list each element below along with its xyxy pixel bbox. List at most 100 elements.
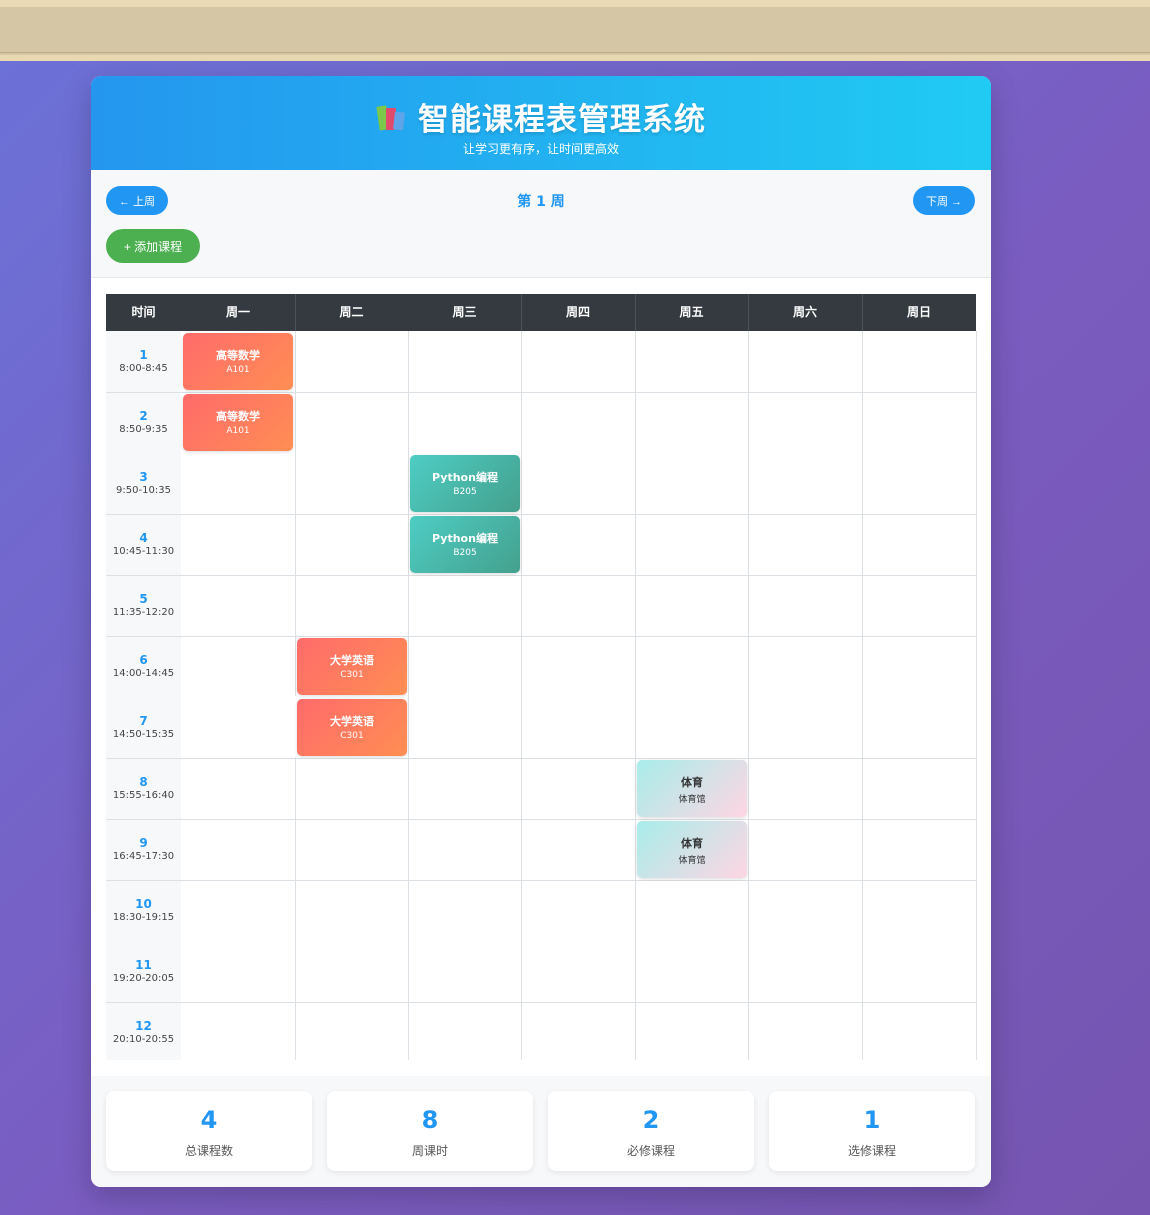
period-cell: 6 14:00-14:45 [106, 636, 181, 697]
browser-toolbar [0, 0, 1150, 61]
grid-hline [106, 514, 976, 515]
header-day: 周三 [452, 305, 477, 319]
course-card[interactable]: Python编程 B205 [410, 455, 520, 512]
period-time: 15:55-16:40 [112, 790, 175, 801]
header-day: 周六 [792, 305, 817, 319]
period-cell: 1 8:00-8:45 [106, 331, 181, 392]
period-number: 5 [139, 592, 148, 606]
header-divider [521, 294, 522, 331]
course-name: 体育 [681, 776, 703, 789]
period-cell: 2 8:50-9:35 [106, 392, 181, 453]
period-time: 11:35-12:20 [112, 607, 175, 618]
period-cell: 4 10:45-11:30 [106, 514, 181, 575]
period-time: 18:30-19:15 [112, 912, 175, 923]
grid-vline [635, 331, 636, 1060]
grid-hline [106, 819, 976, 820]
course-card[interactable]: 体育 体育馆 [637, 760, 747, 817]
course-room: A101 [226, 426, 250, 436]
header-time: 时间 [131, 305, 156, 319]
course-card[interactable]: 高等数学 A101 [183, 394, 293, 451]
app-header: 智能课程表管理系统 让学习更有序，让时间更高效 [91, 76, 991, 170]
app-window: 智能课程表管理系统 让学习更有序，让时间更高效 ← 上周 第 1 周 下周 → … [91, 76, 991, 1187]
header-day: 周日 [906, 305, 931, 319]
period-time: 19:20-20:05 [112, 973, 175, 984]
course-name: Python编程 [432, 532, 498, 545]
page-subtitle: 让学习更有序，让时间更高效 [462, 142, 619, 156]
stat-label: 选修课程 [847, 1144, 896, 1158]
time-column: 1 8:00-8:45 2 8:50-9:35 3 9:50-10:35 4 10:45-11… [106, 331, 181, 1060]
course-room: A101 [226, 365, 250, 375]
course-card[interactable]: 大学英语 C301 [297, 699, 407, 756]
period-cell: 3 9:50-10:35 [106, 453, 181, 514]
period-cell: 10 18:30-19:15 [106, 880, 181, 941]
header-day: 周四 [565, 305, 590, 319]
stat-label: 总课程数 [184, 1144, 233, 1158]
header-divider [748, 294, 749, 331]
period-number: 4 [139, 531, 148, 545]
period-number: 11 [135, 958, 152, 972]
period-number: 3 [139, 470, 148, 484]
stat-value: 1 [863, 1106, 881, 1134]
stat-card: 1 选修课程 [769, 1091, 975, 1171]
toolbar-divider [0, 52, 1150, 53]
header-day: 周五 [679, 305, 704, 319]
books-icon [376, 102, 406, 132]
stat-card: 8 周课时 [327, 1091, 533, 1171]
schedule-table: 时间 周一 周二 周三 周四 周五 周六 周日 1 8:00-8:45 2 8:50-9:35 3 9:… [106, 294, 977, 1060]
period-cell: 9 16:45-17:30 [106, 819, 181, 880]
stat-label: 周课时 [411, 1144, 448, 1158]
grid-hline [106, 880, 976, 881]
course-name: 大学英语 [330, 715, 374, 728]
header-day: 周一 [225, 305, 250, 319]
course-card[interactable]: Python编程 B205 [410, 516, 520, 573]
grid-hline [106, 392, 976, 393]
course-card[interactable]: 大学英语 C301 [297, 638, 407, 695]
course-card[interactable]: 高等数学 A101 [183, 333, 293, 390]
header-divider [635, 294, 636, 331]
course-room: 体育馆 [678, 856, 706, 866]
header-day: 周二 [339, 305, 364, 319]
period-cell: 12 20:10-20:55 [106, 1002, 181, 1063]
course-room: C301 [340, 731, 364, 741]
course-room: B205 [453, 487, 477, 497]
course-room: C301 [340, 670, 364, 680]
course-name: 高等数学 [216, 349, 260, 362]
period-number: 2 [139, 409, 148, 423]
period-number: 6 [139, 653, 148, 667]
period-time: 20:10-20:55 [112, 1034, 175, 1045]
grid-hline [106, 758, 976, 759]
add-course-button[interactable]: + 添加课程 [106, 229, 200, 263]
table-header: 时间 周一 周二 周三 周四 周五 周六 周日 [106, 294, 976, 331]
grid-hline [106, 636, 976, 637]
course-room: B205 [453, 548, 477, 558]
period-time: 8:50-9:35 [119, 424, 168, 435]
page-title: 智能课程表管理系统 [418, 102, 706, 137]
period-number: 7 [139, 714, 148, 728]
period-number: 8 [139, 775, 148, 789]
header-divider [862, 294, 863, 331]
grid-hline [106, 575, 976, 576]
week-controls [91, 170, 991, 278]
grid-vline [976, 331, 977, 1060]
stats-panel: 4 总课程数 8 周课时 2 必修课程 1 选修课程 [91, 1076, 991, 1187]
grid-hline [106, 1002, 976, 1003]
stat-card: 4 总课程数 [106, 1091, 312, 1171]
period-number: 12 [135, 1019, 152, 1033]
period-time: 14:00-14:45 [112, 668, 175, 679]
course-card[interactable]: 体育 体育馆 [637, 821, 747, 878]
week-label: 第 1 周 [517, 194, 565, 210]
grid-vline [295, 757, 296, 1060]
stat-value: 4 [200, 1106, 218, 1134]
course-name: Python编程 [432, 471, 498, 484]
title-row: 智能课程表管理系统 [91, 94, 991, 139]
period-cell: 7 14:50-15:35 [106, 697, 181, 758]
period-number: 10 [135, 897, 152, 911]
period-cell: 8 15:55-16:40 [106, 758, 181, 819]
stat-card: 2 必修课程 [548, 1091, 754, 1171]
period-time: 9:50-10:35 [116, 485, 171, 496]
grid-vline [521, 331, 522, 1060]
course-room: 体育馆 [678, 795, 706, 805]
next-week-button[interactable]: 下周 → [913, 186, 975, 215]
period-number: 1 [139, 348, 148, 362]
header-divider [295, 294, 296, 331]
